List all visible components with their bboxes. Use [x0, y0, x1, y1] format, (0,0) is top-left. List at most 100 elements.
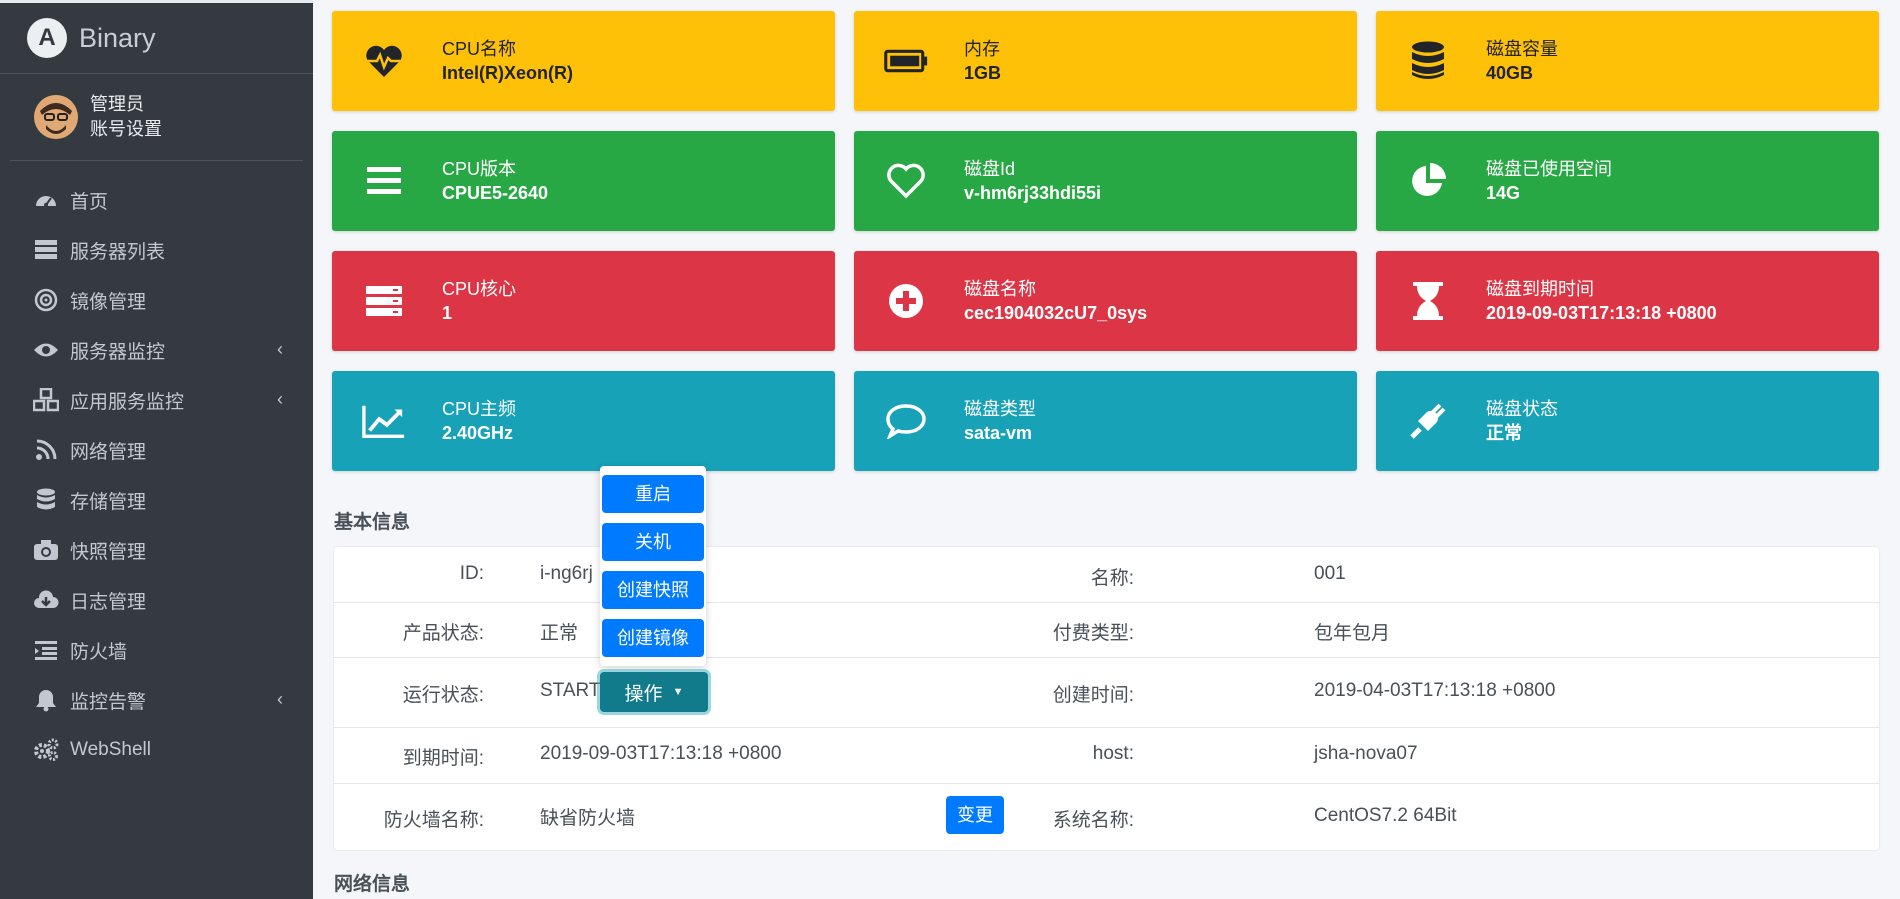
name-value: 001: [1314, 563, 1346, 584]
firewall-icon: [32, 636, 60, 664]
info-box-cpu-cores: CPU核心 1: [332, 251, 835, 351]
info-box-label: 磁盘名称: [964, 279, 1036, 299]
sidebar-item-label: 服务器监控: [70, 341, 166, 363]
sidebar-item-image-management[interactable]: 镜像管理: [0, 275, 313, 325]
sidebar-item-label: 服务器列表: [70, 241, 166, 263]
operations-button[interactable]: 操作 ▼: [600, 672, 708, 712]
camera-icon: [32, 536, 60, 564]
brand-logo: A: [27, 18, 67, 58]
chevron-left-icon: ‹: [277, 689, 283, 709]
sidebar-item-log-management[interactable]: 日志管理: [0, 575, 313, 625]
heart-icon: [884, 161, 928, 201]
firewall-name-label: 防火墙名称:: [383, 810, 484, 831]
basic-info-card: ID: i-ng6rj 名称: 001 产品状态: 正常 付费类型: 包年包月 …: [334, 547, 1879, 850]
create-image-button[interactable]: 创建镜像: [602, 619, 704, 657]
info-box-value: 1: [442, 303, 453, 323]
eye-icon: [32, 336, 60, 364]
shutdown-button[interactable]: 关机: [602, 523, 704, 561]
sidebar-item-label: 网络管理: [70, 441, 147, 463]
rss-icon: [32, 436, 60, 464]
heartbeat-icon: [362, 41, 406, 81]
caret-down-icon: ▼: [672, 686, 684, 698]
info-box-value: Intel(R)Xeon(R): [442, 63, 573, 83]
expire-label: 到期时间:: [402, 748, 484, 769]
user-panel: 管理员 账号设置: [10, 74, 303, 161]
info-box-disk-used: 磁盘已使用空间 14G: [1376, 131, 1879, 231]
line-chart-icon: [362, 401, 406, 441]
info-box-value: 40GB: [1486, 63, 1534, 83]
operations-button-label: 操作: [624, 683, 663, 705]
section-title-network-info: 网络信息: [334, 874, 411, 895]
info-box-label: CPU版本: [442, 159, 517, 179]
sidebar-item-label: 快照管理: [70, 541, 147, 563]
server-icon: [362, 281, 406, 321]
sidebar-nav: 首页 服务器列表 镜像管理 服务器监控 ‹ 应用服务监控 ‹ 网络管理 存储管理…: [0, 161, 313, 775]
product-status-value: 正常: [540, 623, 579, 644]
account-settings-link[interactable]: 账号设置: [90, 117, 162, 142]
info-box-disk-capacity: 磁盘容量 40GB: [1376, 11, 1879, 111]
id-value: i-ng6rj: [540, 563, 593, 584]
created-value: 2019-04-03T17:13:18 +0800: [1314, 680, 1556, 701]
sidebar-item-label: WebShell: [70, 739, 151, 760]
table-row: 产品状态: 正常 付费类型: 包年包月: [334, 602, 1879, 658]
info-box-cpu-version: CPU版本 CPUE5-2640: [332, 131, 835, 231]
comment-icon: [884, 401, 928, 441]
dashboard-icon: [32, 186, 60, 214]
info-box-label: 内存: [964, 39, 1000, 59]
sidebar-item-app-service-monitoring[interactable]: 应用服务监控 ‹: [0, 375, 313, 425]
sidebar-item-label: 日志管理: [70, 591, 147, 613]
plus-circle-icon: [884, 281, 928, 321]
info-box-label: CPU名称: [442, 39, 517, 59]
table-row: 到期时间: 2019-09-03T17:13:18 +0800 host: js…: [334, 727, 1879, 784]
product-status-label: 产品状态:: [402, 623, 484, 644]
host-value: jsha-nova07: [1314, 743, 1418, 764]
info-box-label: 磁盘容量: [1486, 39, 1558, 59]
sidebar-item-snapshot-management[interactable]: 快照管理: [0, 525, 313, 575]
table-row: 防火墙名称: 缺省防火墙 变更 系统名称: CentOS7.2 64Bit: [334, 783, 1879, 850]
info-box-value: v-hm6rj33hdi55i: [964, 183, 1102, 203]
sidebar-item-alerts[interactable]: 监控告警 ‹: [0, 675, 313, 725]
section-title-basic-info: 基本信息: [334, 512, 411, 533]
pay-type-label: 付费类型:: [1052, 623, 1134, 644]
cloud-download-icon: [32, 586, 60, 614]
created-label: 创建时间:: [1052, 685, 1134, 706]
main-content: CPU名称 Intel(R)Xeon(R) 内存 1GB 磁盘容量 40GB C…: [313, 0, 1900, 899]
sidebar-item-webshell[interactable]: WebShell: [0, 725, 313, 775]
run-status-label: 运行状态:: [402, 685, 484, 706]
battery-icon: [884, 41, 928, 81]
avatar[interactable]: [34, 95, 78, 139]
restart-button[interactable]: 重启: [602, 475, 704, 513]
info-box-value: 正常: [1486, 423, 1522, 443]
run-status-value: START: [540, 680, 601, 701]
sidebar-item-network-management[interactable]: 网络管理: [0, 425, 313, 475]
sidebar-item-firewall[interactable]: 防火墙: [0, 625, 313, 675]
info-box-label: CPU主频: [442, 399, 517, 419]
brand-name: Binary: [79, 22, 156, 53]
brand[interactable]: A Binary: [0, 0, 313, 74]
info-box-memory: 内存 1GB: [854, 11, 1357, 111]
info-box-value: 2019-09-03T17:13:18 +0800: [1486, 303, 1717, 323]
user-name[interactable]: 管理员: [90, 92, 162, 117]
info-box-value: sata-vm: [964, 423, 1033, 443]
sidebar-item-server-monitoring[interactable]: 服务器监控 ‹: [0, 325, 313, 375]
info-box-disk-name: 磁盘名称 cec1904032cU7_0sys: [854, 251, 1357, 351]
expire-value: 2019-09-03T17:13:18 +0800: [540, 743, 782, 764]
info-box-label: 磁盘到期时间: [1486, 279, 1594, 299]
info-box-cpu-name: CPU名称 Intel(R)Xeon(R): [332, 11, 835, 111]
info-box-disk-type: 磁盘类型 sata-vm: [854, 371, 1357, 471]
create-snapshot-button[interactable]: 创建快照: [602, 571, 704, 609]
info-box-cpu-frequency: CPU主频 2.40GHz: [332, 371, 835, 471]
hourglass-icon: [1406, 281, 1450, 321]
chevron-left-icon: ‹: [277, 339, 283, 359]
sidebar-item-home[interactable]: 首页: [0, 175, 313, 225]
info-box-value: 14G: [1486, 183, 1521, 203]
id-label: ID:: [459, 563, 484, 584]
info-box-label: 磁盘已使用空间: [1486, 159, 1612, 179]
info-box-disk-id: 磁盘Id v-hm6rj33hdi55i: [854, 131, 1357, 231]
host-label: host:: [1092, 743, 1134, 764]
pay-type-value: 包年包月: [1314, 623, 1391, 644]
sidebar-item-storage-management[interactable]: 存储管理: [0, 475, 313, 525]
sidebar-item-label: 镜像管理: [70, 291, 147, 313]
database-icon: [1406, 41, 1450, 81]
sidebar-item-server-list[interactable]: 服务器列表: [0, 225, 313, 275]
